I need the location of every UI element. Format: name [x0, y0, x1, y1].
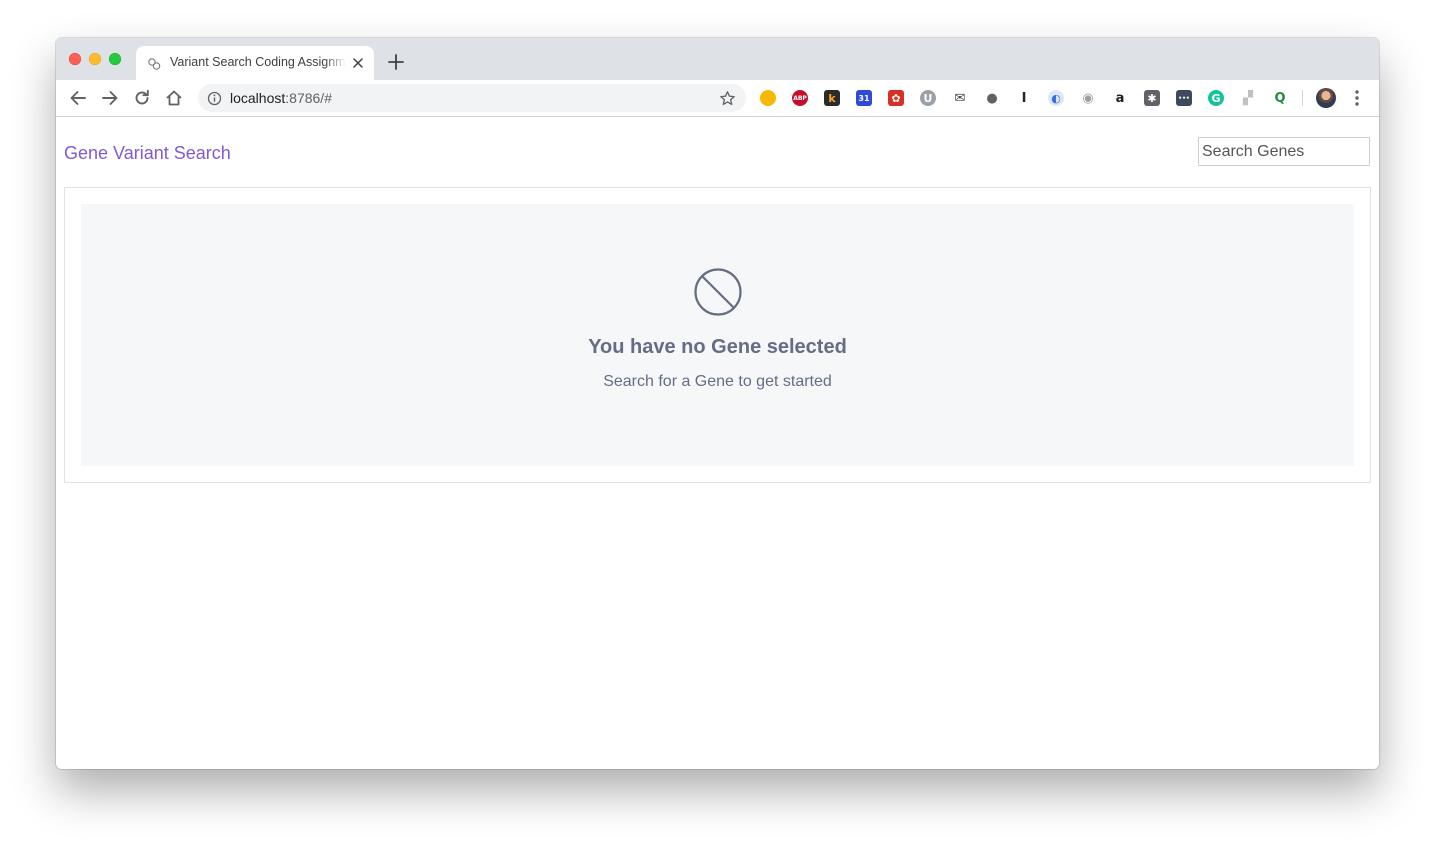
- new-tab-icon[interactable]: [387, 53, 405, 71]
- calendar-extension-icon[interactable]: 31: [856, 90, 872, 106]
- minimize-window-button[interactable]: [89, 53, 101, 65]
- empty-state: You have no Gene selected Search for a G…: [81, 204, 1354, 466]
- browser-menu-icon[interactable]: [1348, 88, 1366, 108]
- page-viewport: Gene Variant Search You have no Gene sel…: [56, 117, 1379, 769]
- browser-window: Variant Search Coding Assignment localho…: [56, 38, 1379, 769]
- tab-strip: Variant Search Coding Assignment: [56, 38, 1379, 80]
- browser-tab[interactable]: Variant Search Coding Assignment: [136, 46, 374, 80]
- toolbar-divider: [1302, 90, 1303, 106]
- browser-toolbar: localhost:8786/# ABP k 31 ✿ U ✉ ● I ◐ ◉ a ✱ ••• G ▞ Q: [56, 80, 1379, 117]
- hubspot-icon[interactable]: ✱: [1144, 90, 1160, 106]
- back-arrow-icon[interactable]: [68, 88, 88, 108]
- reload-icon[interactable]: [132, 88, 152, 108]
- empty-state-title: You have no Gene selected: [588, 336, 847, 358]
- no-entry-icon: [694, 268, 742, 316]
- u-extension-icon[interactable]: U: [920, 90, 936, 106]
- mail-check-extension-icon[interactable]: ✉: [952, 90, 968, 106]
- loading-favicon-icon: [148, 58, 161, 70]
- tab-close-icon[interactable]: [351, 56, 365, 70]
- gray-square-extension-icon[interactable]: ▞: [1240, 90, 1256, 106]
- k-extension-icon[interactable]: k: [824, 90, 840, 106]
- adblock-plus-icon[interactable]: ABP: [792, 90, 808, 106]
- site-info-icon[interactable]: [207, 91, 222, 106]
- gray-circle-extension-icon[interactable]: ●: [984, 90, 1000, 106]
- url-path: :8786/#: [285, 90, 332, 106]
- instapaper-icon[interactable]: I: [1016, 90, 1032, 106]
- forward-arrow-icon[interactable]: [100, 88, 120, 108]
- green-search-extension-icon[interactable]: Q: [1272, 90, 1288, 106]
- home-icon[interactable]: [164, 88, 184, 108]
- results-panel: You have no Gene selected Search for a G…: [64, 187, 1371, 483]
- camera-extension-icon[interactable]: ◉: [1080, 90, 1096, 106]
- brand-link[interactable]: Gene Variant Search: [64, 143, 231, 164]
- profile-avatar[interactable]: [1316, 88, 1336, 108]
- url-host: localhost: [230, 90, 286, 106]
- bookmark-star-icon[interactable]: [719, 90, 736, 107]
- empty-state-subtitle: Search for a Gene to get started: [603, 373, 832, 390]
- zoom-window-button[interactable]: [109, 53, 121, 65]
- amazon-icon[interactable]: a: [1112, 90, 1128, 106]
- gold-badge-extension-icon[interactable]: [760, 90, 776, 106]
- blue-swirl-extension-icon[interactable]: ◐: [1048, 90, 1064, 106]
- url-text[interactable]: localhost:8786/#: [230, 90, 332, 106]
- search-genes-input[interactable]: [1198, 137, 1370, 166]
- tab-title: Variant Search Coding Assignment: [170, 55, 346, 69]
- dots-extension-icon[interactable]: •••: [1176, 90, 1192, 106]
- close-window-button[interactable]: [69, 53, 81, 65]
- grammarly-icon[interactable]: G: [1208, 90, 1224, 106]
- address-bar[interactable]: localhost:8786/#: [198, 84, 746, 112]
- red-gift-extension-icon[interactable]: ✿: [888, 90, 904, 106]
